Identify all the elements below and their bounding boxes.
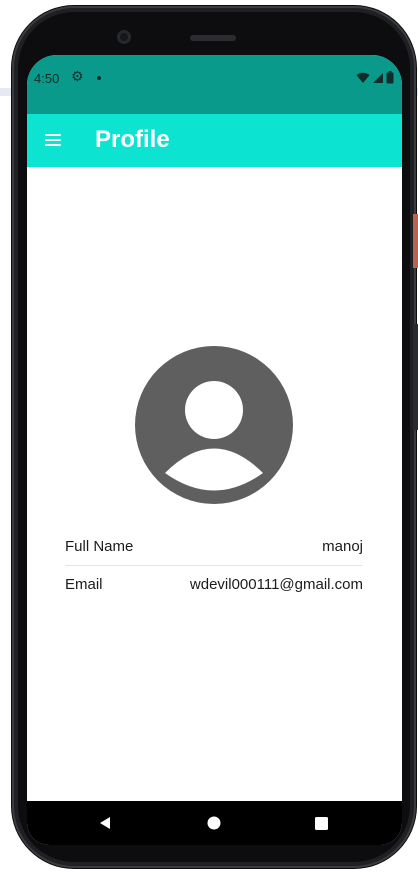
device-screen: 4:50 ⚙ Profile Full Name manoj Email wde… [27, 55, 402, 845]
recents-icon[interactable] [305, 801, 337, 845]
back-icon[interactable] [89, 801, 121, 845]
status-time: 4:50 [34, 71, 60, 86]
volume-button[interactable] [413, 324, 418, 430]
email-label: Email [65, 575, 103, 593]
signal-icon [373, 72, 383, 83]
status-icons [356, 71, 394, 84]
notification-dot [97, 76, 101, 80]
home-icon[interactable] [198, 801, 230, 845]
navigation-bar [27, 801, 402, 845]
earpiece-speaker [190, 35, 236, 41]
email-row: Email wdevil000111@gmail.com [65, 565, 363, 603]
front-camera [117, 30, 131, 44]
email-value: wdevil000111@gmail.com [189, 575, 363, 593]
full-name-row: Full Name manoj [65, 527, 363, 566]
account-circle-icon [135, 346, 293, 504]
full-name-label: Full Name [65, 537, 134, 555]
wifi-icon [356, 72, 370, 83]
page-title: Profile [95, 126, 170, 153]
battery-icon [386, 71, 394, 84]
power-button[interactable] [413, 214, 418, 268]
hamburger-menu-icon[interactable] [43, 131, 65, 149]
gear-icon: ⚙ [71, 69, 84, 85]
full-name-value: manoj [322, 537, 363, 555]
app-bar: Profile [27, 114, 402, 167]
status-bar: 4:50 ⚙ [27, 55, 402, 114]
